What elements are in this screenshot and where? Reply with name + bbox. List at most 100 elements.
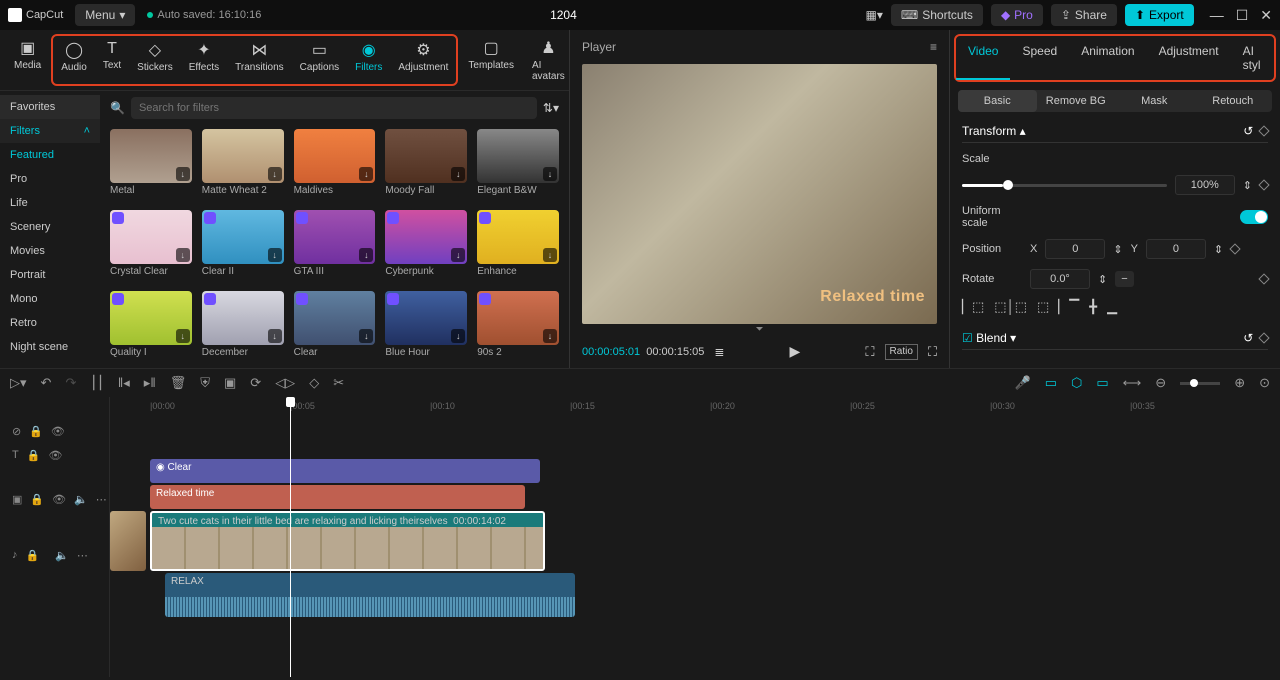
link-icon[interactable]: ⟷ bbox=[1123, 375, 1142, 391]
cat-retro[interactable]: Retro bbox=[0, 311, 100, 335]
filter-item[interactable]: ↓Cyberpunk bbox=[385, 210, 467, 283]
magnet3-icon[interactable]: ▭ bbox=[1096, 375, 1108, 391]
filter-item[interactable]: ↓Moody Fall bbox=[385, 129, 467, 202]
text-track-icon[interactable]: T bbox=[12, 449, 19, 461]
tab-adjustment[interactable]: ⚙Adjustment bbox=[390, 36, 456, 84]
zoom-out-icon[interactable]: ⊖ bbox=[1155, 375, 1166, 391]
minimize-icon[interactable]: — bbox=[1210, 7, 1224, 24]
shield-icon[interactable]: ⛨ bbox=[200, 375, 210, 391]
cat-favorites[interactable]: Favorites bbox=[0, 95, 100, 119]
tab-templates[interactable]: ▢Templates bbox=[460, 34, 522, 86]
magnet1-icon[interactable]: ▭ bbox=[1045, 375, 1057, 391]
filter-clip[interactable]: ◉ Clear bbox=[150, 459, 540, 483]
cat-mono[interactable]: Mono bbox=[0, 287, 100, 311]
zoom-fit-icon[interactable]: ⊙ bbox=[1259, 375, 1270, 391]
filter-item[interactable]: ↓Crystal Clear bbox=[110, 210, 192, 283]
magnet2-icon[interactable]: ⬡ bbox=[1071, 375, 1082, 391]
blend-header[interactable]: ☑ Blend ▾ bbox=[962, 331, 1016, 345]
audio-clip[interactable]: RELAX bbox=[165, 573, 575, 617]
scale-slider[interactable] bbox=[962, 184, 1167, 187]
keyframe-icon[interactable] bbox=[1258, 273, 1269, 284]
reverse-icon[interactable]: ⟳ bbox=[250, 375, 261, 391]
select-tool-icon[interactable]: ▷▾ bbox=[10, 375, 27, 391]
filter-item[interactable]: ↓Quality I bbox=[110, 291, 192, 364]
mirror-icon[interactable]: ◁▷ bbox=[275, 375, 295, 391]
cat-featured[interactable]: Featured bbox=[0, 143, 100, 167]
sort-icon[interactable]: ⇅▾ bbox=[543, 101, 559, 115]
play-button[interactable]: ▶ bbox=[734, 343, 855, 360]
list-icon[interactable]: ≣ bbox=[714, 345, 724, 359]
undo-icon[interactable]: ↶ bbox=[41, 375, 52, 391]
download-icon[interactable]: ↓ bbox=[359, 167, 373, 181]
rp-tab-adjustment[interactable]: Adjustment bbox=[1147, 36, 1231, 80]
shortcuts-button[interactable]: ⌨ Shortcuts bbox=[891, 4, 983, 26]
download-icon[interactable]: ↓ bbox=[268, 329, 282, 343]
ratio-button[interactable]: Ratio bbox=[885, 344, 918, 360]
cat-life[interactable]: Life bbox=[0, 191, 100, 215]
tab-media[interactable]: ▣Media bbox=[6, 34, 49, 86]
align-bottom-icon[interactable]: ▁ bbox=[1107, 299, 1117, 315]
rp-tab-speed[interactable]: Speed bbox=[1010, 36, 1069, 80]
video-track-icon[interactable]: ▣ bbox=[12, 493, 22, 506]
crop2-icon[interactable]: ✂ bbox=[333, 375, 344, 391]
project-name[interactable]: 1204 bbox=[273, 8, 853, 22]
download-icon[interactable]: ↓ bbox=[451, 329, 465, 343]
video-clip[interactable]: Two cute cats in their little bed are re… bbox=[150, 511, 545, 571]
transform-header[interactable]: Transform ▴ bbox=[962, 124, 1026, 138]
player-menu-icon[interactable]: ≡ bbox=[930, 40, 937, 54]
tab-audio[interactable]: ◯Audio bbox=[53, 36, 95, 84]
position-x[interactable] bbox=[1045, 239, 1105, 259]
filter-item[interactable]: ↓Blue Hour bbox=[385, 291, 467, 364]
pro-button[interactable]: ◆ Pro bbox=[991, 4, 1043, 26]
download-icon[interactable]: ↓ bbox=[176, 329, 190, 343]
crop-icon[interactable]: ▣ bbox=[224, 375, 236, 391]
cat-pro[interactable]: Pro bbox=[0, 167, 100, 191]
rp-sub-basic[interactable]: Basic bbox=[958, 90, 1037, 112]
filter-item[interactable]: ↓90s 2 bbox=[477, 291, 559, 364]
lock-icon[interactable]: 🔒 bbox=[27, 449, 41, 462]
rp-sub-removebg[interactable]: Remove BG bbox=[1037, 90, 1116, 112]
menu-button[interactable]: Menu ▾ bbox=[75, 4, 135, 26]
tab-effects[interactable]: ✦Effects bbox=[181, 36, 227, 84]
audio-track-icon[interactable]: ♪ bbox=[12, 549, 18, 561]
download-icon[interactable]: ↓ bbox=[176, 248, 190, 262]
share-button[interactable]: ⇪ Share bbox=[1051, 4, 1117, 26]
rp-tab-video[interactable]: Video bbox=[956, 36, 1010, 80]
filter-item[interactable]: ↓December bbox=[202, 291, 284, 364]
rp-sub-retouch[interactable]: Retouch bbox=[1194, 90, 1273, 112]
redo-icon[interactable]: ↷ bbox=[65, 375, 76, 391]
cat-portrait[interactable]: Portrait bbox=[0, 263, 100, 287]
filter-item[interactable]: ↓Elegant B&W bbox=[477, 129, 559, 202]
keyframe-icon[interactable] bbox=[1258, 125, 1269, 136]
align-top-icon[interactable]: ▔ bbox=[1069, 299, 1079, 315]
lock-icon[interactable]: 🔒 bbox=[29, 425, 43, 438]
tab-filters[interactable]: ◉Filters bbox=[347, 36, 390, 84]
download-icon[interactable]: ↓ bbox=[359, 248, 373, 262]
mute-icon[interactable]: 🔈 bbox=[55, 549, 69, 562]
lock-icon[interactable]: 🔒 bbox=[26, 549, 40, 562]
filter-item[interactable]: ↓Metal bbox=[110, 129, 192, 202]
filter-item[interactable]: ↓Matte Wheat 2 bbox=[202, 129, 284, 202]
visibility-icon[interactable]: 👁 bbox=[52, 493, 66, 506]
keyframe-icon[interactable] bbox=[1258, 179, 1269, 190]
download-icon[interactable]: ↓ bbox=[451, 248, 465, 262]
align-center-h-icon[interactable]: ⬚│⬚ bbox=[994, 299, 1027, 315]
mic-icon[interactable]: 🎤 bbox=[1015, 375, 1031, 391]
mute-icon[interactable]: 🔈 bbox=[74, 493, 88, 506]
cat-night[interactable]: Night scene bbox=[0, 335, 100, 359]
lock-icon[interactable]: 🔒 bbox=[30, 493, 44, 506]
text-clip[interactable]: Relaxed time bbox=[150, 485, 525, 509]
rotate-reset[interactable]: − bbox=[1115, 271, 1133, 287]
cat-movies[interactable]: Movies bbox=[0, 239, 100, 263]
rp-sub-mask[interactable]: Mask bbox=[1115, 90, 1194, 112]
position-y[interactable] bbox=[1146, 239, 1206, 259]
filter-item[interactable]: ↓Clear II bbox=[202, 210, 284, 283]
align-right-icon[interactable]: ⬚▕ bbox=[1037, 299, 1059, 315]
rp-tab-animation[interactable]: Animation bbox=[1069, 36, 1146, 80]
tab-ai-avatars[interactable]: ♟AI avatars bbox=[524, 34, 573, 86]
playhead[interactable] bbox=[290, 397, 291, 677]
stepper-icon[interactable]: ⇕ bbox=[1098, 273, 1107, 286]
download-icon[interactable]: ↓ bbox=[176, 167, 190, 181]
download-icon[interactable]: ↓ bbox=[543, 329, 557, 343]
player-viewport[interactable]: Relaxed time bbox=[582, 64, 937, 324]
